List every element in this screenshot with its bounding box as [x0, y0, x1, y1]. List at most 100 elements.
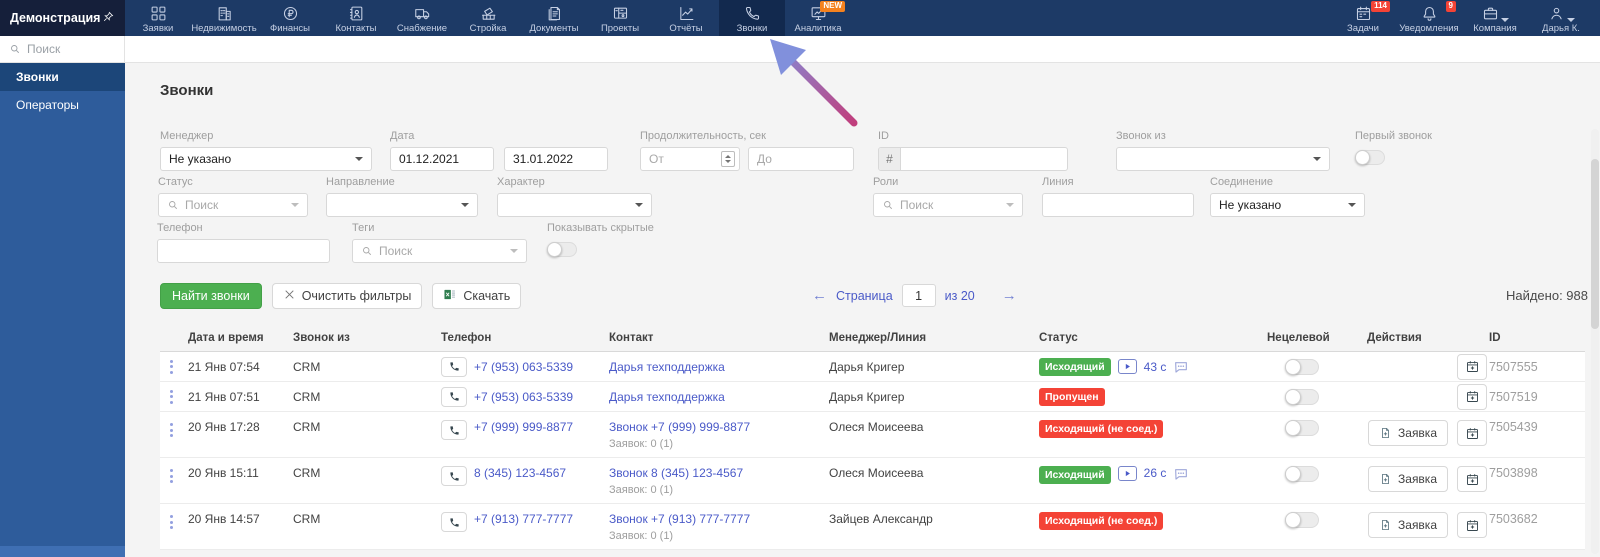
nav-badge: 9: [1446, 1, 1456, 12]
nav-item-briefcase[interactable]: Компания: [1462, 0, 1528, 36]
number-stepper-icon[interactable]: [721, 151, 735, 167]
connection-select[interactable]: Не указано: [1210, 193, 1365, 217]
status-search-select[interactable]: Поиск: [158, 193, 308, 217]
calendar-plus-button[interactable]: [1457, 512, 1487, 538]
duration-from-input[interactable]: От: [640, 147, 740, 171]
request-button[interactable]: Заявка: [1368, 512, 1448, 538]
nav-item-blueprint[interactable]: Проекты: [587, 0, 653, 36]
next-page-arrow[interactable]: →: [1002, 288, 1017, 303]
phone-icon[interactable]: [441, 466, 467, 486]
nav-item-phone[interactable]: Звонки: [719, 0, 785, 36]
phone-icon[interactable]: [441, 512, 467, 532]
show-hidden-toggle[interactable]: [547, 242, 577, 257]
call-from-select[interactable]: [1116, 147, 1330, 171]
row-menu-icon[interactable]: [167, 387, 176, 407]
find-calls-button[interactable]: Найти звонки: [160, 283, 262, 309]
call-duration: 43 с: [1144, 360, 1167, 374]
calendar-plus-button[interactable]: [1457, 384, 1487, 410]
nav-item-trowel[interactable]: Стройка: [455, 0, 521, 36]
nav-item-document[interactable]: Документы: [521, 0, 587, 36]
request-button[interactable]: Заявка: [1368, 420, 1448, 446]
row-phone-link[interactable]: 8 (345) 123-4567: [474, 466, 566, 480]
sidebar-search-input[interactable]: Поиск: [0, 36, 125, 62]
phone-input[interactable]: [157, 239, 330, 263]
vertical-scrollbar[interactable]: [1591, 129, 1599, 554]
row-phone-link[interactable]: +7 (953) 063-5339: [474, 390, 573, 404]
request-button[interactable]: Заявка: [1368, 466, 1448, 492]
phone-icon[interactable]: [441, 420, 467, 440]
row-contact-link[interactable]: Звонок 8 (345) 123-4567: [609, 466, 743, 480]
nav-item-truck[interactable]: Снабжение: [389, 0, 455, 36]
sidebar-item-calls[interactable]: Звонки: [0, 63, 125, 91]
calendar-plus-button[interactable]: [1457, 420, 1487, 446]
play-icon[interactable]: [1118, 359, 1137, 374]
date-from-input[interactable]: [390, 147, 494, 171]
top-navigation-bar: Демонстрация ЗаявкиНедвижимостьФинансыКо…: [0, 0, 1600, 36]
chat-icon[interactable]: [1173, 359, 1189, 375]
sidebar-item-operators[interactable]: Операторы: [0, 91, 125, 119]
row-phone-link[interactable]: +7 (953) 063-5339: [474, 360, 573, 374]
pin-icon[interactable]: [102, 10, 115, 26]
manager-select[interactable]: Не указано: [160, 147, 372, 171]
non-target-toggle[interactable]: [1285, 512, 1319, 528]
brand-area[interactable]: Демонстрация: [0, 0, 125, 36]
duration-to-input[interactable]: До: [748, 147, 854, 171]
nav-item-ruble[interactable]: Финансы: [257, 0, 323, 36]
row-menu-icon[interactable]: [167, 357, 176, 377]
first-call-toggle[interactable]: [1355, 150, 1385, 165]
row-phone-link[interactable]: +7 (913) 777-7777: [474, 512, 573, 526]
filter-id: ID #: [878, 130, 1068, 171]
chevron-down-icon: [1348, 203, 1356, 207]
blueprint-icon: [612, 5, 629, 22]
phone-icon[interactable]: [441, 357, 467, 377]
calendar-plus-button[interactable]: [1457, 466, 1487, 492]
nav-item-chart[interactable]: Отчёты: [653, 0, 719, 36]
id-input[interactable]: #: [878, 147, 1068, 171]
status-badge: Исходящий (не соед.): [1039, 420, 1163, 438]
row-menu-icon[interactable]: [167, 466, 176, 486]
row-contact-link[interactable]: Дарья техподдержка: [609, 390, 725, 404]
row-contact-link[interactable]: Звонок +7 (999) 999-8877: [609, 420, 750, 434]
row-manager: Дарья Кригер: [829, 360, 1039, 374]
non-target-toggle[interactable]: [1285, 359, 1319, 375]
non-target-toggle[interactable]: [1285, 389, 1319, 405]
nav-item-user[interactable]: Дарья К.: [1528, 0, 1594, 36]
scrollbar-thumb[interactable]: [1591, 159, 1599, 329]
pagination: ← Страница из 20 →: [812, 284, 1017, 307]
line-input[interactable]: [1042, 193, 1194, 217]
non-target-toggle[interactable]: [1285, 466, 1319, 482]
row-id: 7503898: [1489, 466, 1559, 480]
nav-item-bell[interactable]: Уведомления9: [1396, 0, 1462, 36]
row-manager: Олеся Моисеева: [829, 466, 1039, 480]
clear-filters-button[interactable]: Очистить фильтры: [272, 283, 423, 309]
row-id: 7505439: [1489, 420, 1559, 434]
prev-page-arrow[interactable]: ←: [812, 288, 827, 303]
direction-select[interactable]: [326, 193, 478, 217]
date-to-input[interactable]: [504, 147, 608, 171]
row-phone-link[interactable]: +7 (999) 999-8877: [474, 420, 573, 434]
nav-item-contacts[interactable]: Контакты: [323, 0, 389, 36]
nav-item-building[interactable]: Недвижимость: [191, 0, 257, 36]
play-icon[interactable]: [1118, 466, 1137, 481]
page-number-input[interactable]: [902, 284, 936, 307]
tags-search-select[interactable]: Поиск: [352, 239, 527, 263]
column-header: Контакт: [609, 332, 829, 344]
nav-item-grid[interactable]: Заявки: [125, 0, 191, 36]
sidebar: Звонки Операторы: [0, 63, 125, 557]
roles-search-select[interactable]: Поиск: [873, 193, 1023, 217]
row-contact-link[interactable]: Звонок +7 (913) 777-7777: [609, 512, 750, 526]
nav-item-calendar[interactable]: Задачи114: [1330, 0, 1396, 36]
character-select[interactable]: [497, 193, 652, 217]
download-button[interactable]: Скачать: [432, 283, 521, 309]
non-target-toggle[interactable]: [1285, 420, 1319, 436]
nav-item-monitor[interactable]: АналитикаNEW: [785, 0, 851, 36]
row-contact-link[interactable]: Дарья техподдержка: [609, 360, 725, 374]
calendar-plus-button[interactable]: [1457, 354, 1487, 380]
chat-icon[interactable]: [1173, 466, 1189, 482]
search-icon: [9, 43, 21, 55]
chevron-down-icon: [291, 203, 299, 207]
row-menu-icon[interactable]: [167, 420, 176, 440]
chevron-down-icon: [355, 157, 363, 161]
row-menu-icon[interactable]: [167, 512, 176, 532]
phone-icon[interactable]: [441, 387, 467, 407]
